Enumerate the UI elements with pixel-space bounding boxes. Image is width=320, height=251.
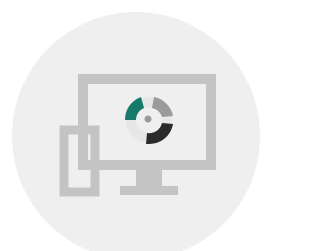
monitor-neck bbox=[136, 170, 162, 186]
donut-center-dot bbox=[144, 115, 152, 123]
icon-canvas bbox=[0, 0, 260, 251]
multi-device-analytics-icon bbox=[59, 74, 216, 197]
donut-segment-dark bbox=[146, 123, 173, 145]
donut-chart-icon bbox=[124, 97, 173, 145]
monitor-base bbox=[120, 186, 178, 195]
donut-segment-gray bbox=[152, 97, 173, 117]
donut-segment-teal bbox=[124, 97, 144, 120]
